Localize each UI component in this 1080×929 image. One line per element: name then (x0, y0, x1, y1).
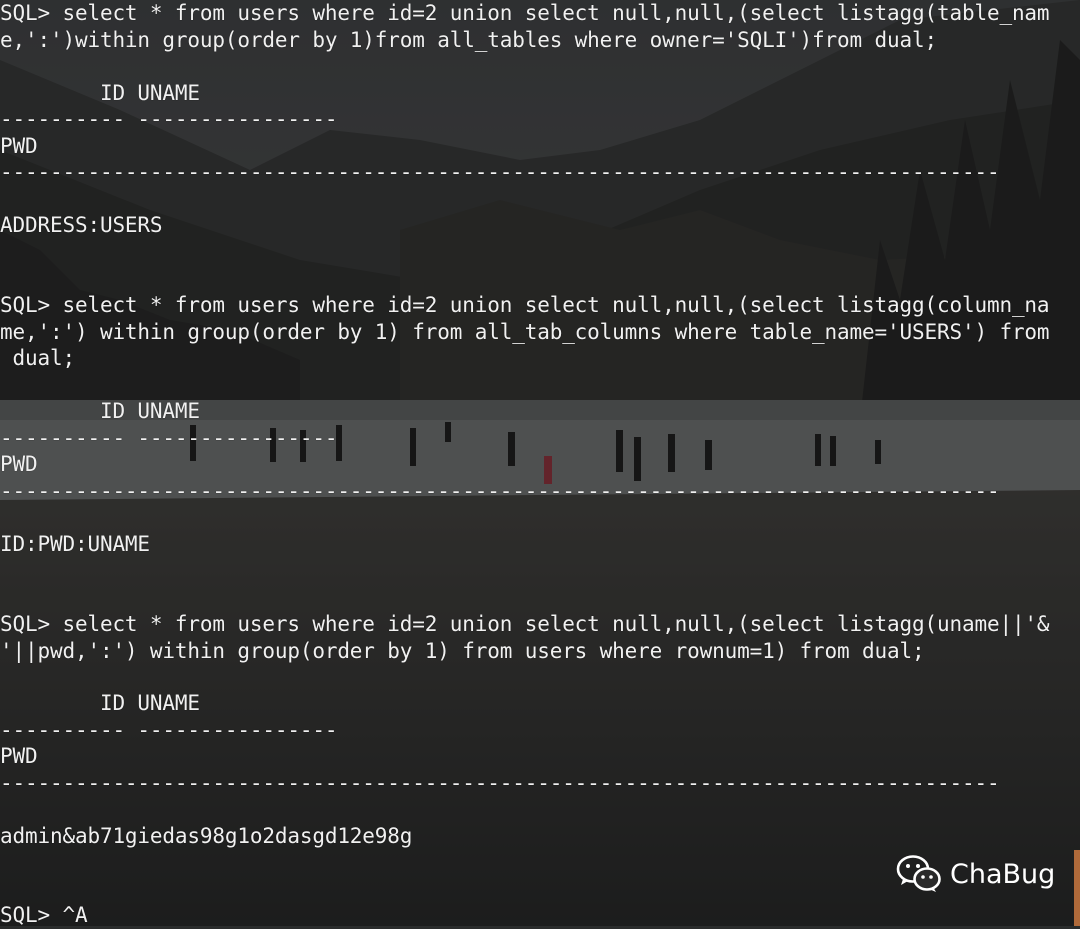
terminal-line: SQL> select * from users where id=2 unio… (0, 612, 1050, 636)
terminal-line: e,':')within group(order by 1)from all_t… (0, 28, 937, 52)
watermark-text: ChaBug (950, 858, 1056, 890)
terminal-prompt[interactable]: SQL> ^A (0, 902, 88, 929)
terminal-output: SQL> select * from users where id=2 unio… (0, 0, 1080, 929)
terminal-line: ID:PWD:UNAME (0, 532, 150, 556)
terminal-line: admin&ab71giedas98g1o2dasgd12e98g (0, 824, 413, 848)
terminal-line: SQL> select * from users where id=2 unio… (0, 293, 1050, 317)
edge-accent (1074, 850, 1080, 926)
terminal-line: SQL> select * from users where id=2 unio… (0, 1, 1050, 25)
terminal-line: dual; (0, 346, 75, 370)
terminal-line: ID UNAME (0, 691, 200, 715)
terminal-line: '||pwd,':') within group(order by 1) fro… (0, 639, 925, 663)
terminal-line: ID UNAME (0, 81, 200, 105)
terminal-line: PWD (0, 134, 38, 158)
terminal-line: ----------------------------------------… (0, 479, 1000, 503)
terminal-line: ----------------------------------------… (0, 771, 1000, 795)
watermark: ChaBug (896, 852, 1055, 896)
wechat-icon (896, 855, 941, 892)
terminal-line: ----------------------------------------… (0, 160, 1000, 184)
terminal-line: PWD (0, 452, 38, 476)
terminal-line: ADDRESS:USERS (0, 213, 163, 237)
terminal-line: ---------- ---------------- (0, 107, 338, 131)
terminal-line: PWD (0, 744, 38, 768)
terminal-line: ID UNAME (0, 399, 200, 423)
terminal-line: me,':') within group(order by 1) from al… (0, 320, 1050, 344)
terminal-line: ---------- ---------------- (0, 718, 338, 742)
terminal-line: ---------- ---------------- (0, 426, 338, 450)
